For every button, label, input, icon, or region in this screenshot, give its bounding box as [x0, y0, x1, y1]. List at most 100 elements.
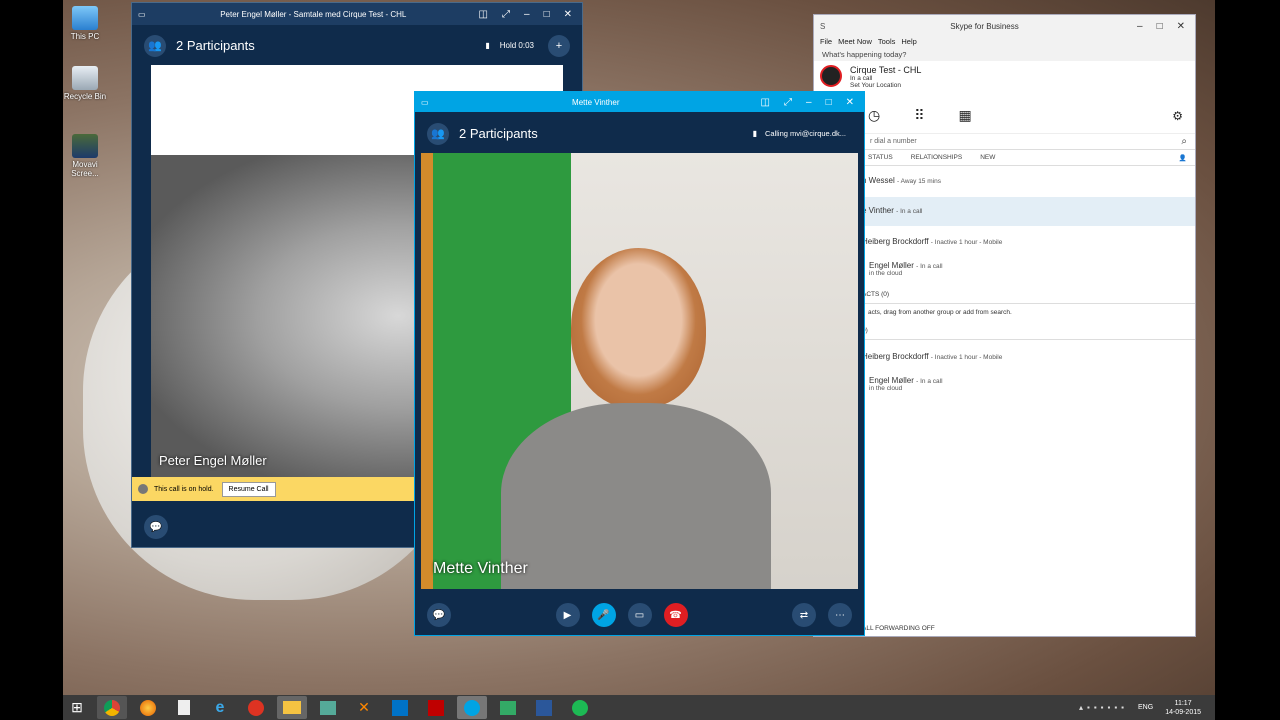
- contact-status: - In a call: [916, 378, 943, 385]
- contact-status: - In a call: [916, 263, 943, 270]
- meetings-icon[interactable]: ▦: [958, 107, 971, 124]
- desktop-icon-movavi[interactable]: Movavi Scree...: [58, 134, 112, 178]
- window-title: Peter Engel Møller - Samtale med Cirque …: [220, 9, 407, 19]
- list-item[interactable]: e Vinther - In a call: [862, 206, 922, 215]
- add-participant-icon[interactable]: +: [548, 34, 570, 57]
- participants-icon[interactable]: 👥: [144, 34, 166, 57]
- tab-relationships[interactable]: RELATIONSHIPS: [911, 154, 963, 161]
- location-field[interactable]: Set Your Location: [850, 82, 921, 89]
- contact-status: - In a call: [896, 208, 923, 215]
- signal-icon: ▮: [485, 41, 490, 50]
- window-controls: ◫ ⤢ – □ ✕: [479, 9, 582, 20]
- video-button[interactable]: ▶: [555, 603, 580, 627]
- minimize-button[interactable]: –: [806, 97, 812, 108]
- call-controls-icon[interactable]: ⇄: [792, 603, 816, 627]
- recent-icon[interactable]: ◷: [868, 107, 880, 124]
- desktop-icon-this-pc[interactable]: This PC: [58, 6, 112, 41]
- list-item[interactable]: Engel Møller - In a call in the cloud: [869, 376, 943, 392]
- movavi-icon[interactable]: [493, 696, 523, 719]
- list-item[interactable]: Heiberg Brockdorff - Inactive 1 hour - M…: [862, 352, 1002, 361]
- participants-icon[interactable]: 👥: [427, 122, 449, 145]
- call-status: Hold 0:03: [499, 41, 534, 50]
- filezilla-icon[interactable]: [421, 696, 451, 719]
- participants-label[interactable]: 2 Participants: [459, 126, 753, 141]
- outlook-icon[interactable]: [385, 696, 415, 719]
- resume-call-button[interactable]: Resume Call: [221, 481, 276, 497]
- spotify-icon[interactable]: [565, 696, 595, 719]
- more-options-icon[interactable]: ⋯: [828, 603, 852, 627]
- search-icon[interactable]: ⌕: [1181, 136, 1187, 147]
- divider: [814, 303, 1195, 304]
- internet-explorer-icon[interactable]: e: [205, 696, 235, 719]
- call-forwarding-status[interactable]: ALL FORWARDING OFF: [862, 625, 935, 632]
- chat-button[interactable]: 💬: [144, 515, 168, 539]
- search-input[interactable]: r dial a number: [870, 138, 1181, 145]
- start-button[interactable]: ⊞: [63, 696, 91, 719]
- close-button[interactable]: ✕: [846, 97, 854, 108]
- maximize-button[interactable]: □: [544, 9, 550, 20]
- search-bar[interactable]: r dial a number ⌕: [814, 134, 1195, 150]
- close-button[interactable]: ✕: [564, 9, 572, 20]
- maximize-button[interactable]: □: [1157, 21, 1163, 32]
- list-item[interactable]: Heiberg Brockdorff - Inactive 1 hour - M…: [862, 237, 1002, 246]
- settings-gear-icon[interactable]: ⚙: [1172, 109, 1183, 123]
- dialpad-icon[interactable]: ⠿: [914, 107, 924, 124]
- add-contact-icon[interactable]: 👤: [1179, 154, 1187, 162]
- menu-file[interactable]: File: [820, 37, 832, 48]
- minimize-button[interactable]: –: [1137, 21, 1143, 32]
- language-indicator[interactable]: ENG: [1138, 704, 1153, 711]
- clock[interactable]: 11:17 14-09-2015: [1165, 699, 1201, 717]
- recycle-bin-icon: [72, 66, 98, 90]
- group-header[interactable]: ACTS (0): [862, 291, 889, 298]
- whats-happening-input[interactable]: What's happening today?: [814, 48, 1195, 61]
- contact-list: n Wessel - Away 15 mins e Vinther - In a…: [814, 166, 1195, 606]
- signal-icon: ▮: [752, 129, 758, 138]
- chrome-icon[interactable]: [97, 696, 127, 719]
- app-icon[interactable]: [313, 696, 343, 719]
- presence-status[interactable]: In a call: [850, 75, 921, 82]
- desktop-icon-label: Movavi Scree...: [71, 160, 99, 178]
- maximize-button[interactable]: □: [826, 97, 832, 108]
- minimize-button[interactable]: –: [524, 9, 530, 20]
- menu-meet-now[interactable]: Meet Now: [838, 37, 872, 48]
- fullscreen-icon[interactable]: ⤢: [784, 97, 792, 108]
- user-card: Cirque Test - CHL In a call Set Your Loc…: [814, 61, 1195, 98]
- fullscreen-icon[interactable]: ⤢: [502, 9, 510, 20]
- call-header: 👥 2 Participants ▮ Calling mvi@cirque.dk…: [415, 112, 864, 155]
- menu-help[interactable]: Help: [901, 37, 916, 48]
- hang-up-button[interactable]: ☎: [663, 603, 688, 627]
- caller-name-label: Peter Engel Møller: [159, 453, 267, 468]
- avatar[interactable]: [820, 65, 842, 87]
- skype-main-window: S Skype for Business – □ ✕ File Meet Now T…: [813, 14, 1196, 637]
- firefox-icon[interactable]: [133, 696, 163, 719]
- list-item[interactable]: n Wessel - Away 15 mins: [862, 176, 941, 185]
- tab-new[interactable]: NEW: [980, 154, 995, 161]
- list-item[interactable]: Engel Møller - In a call in the cloud: [869, 261, 943, 277]
- menu-tools[interactable]: Tools: [878, 37, 896, 48]
- layout-icon[interactable]: ◫: [761, 97, 770, 108]
- present-button[interactable]: ▭: [627, 603, 652, 627]
- skype-icon[interactable]: [457, 696, 487, 719]
- contact-tabs: STATUS RELATIONSHIPS NEW 👤: [814, 150, 1195, 166]
- word-icon[interactable]: [529, 696, 559, 719]
- file-icon[interactable]: [169, 696, 199, 719]
- file-explorer-icon[interactable]: [277, 696, 307, 719]
- contact-name: Engel Møller: [869, 376, 914, 385]
- tray-icons[interactable]: ▴▪▪▪▪▪▪: [1079, 703, 1128, 712]
- chat-button[interactable]: 💬: [427, 603, 451, 627]
- xampp-icon[interactable]: ✕: [349, 696, 379, 719]
- tab-status[interactable]: STATUS: [868, 154, 893, 161]
- microphone-button[interactable]: 🎤: [591, 603, 616, 627]
- participants-label[interactable]: 2 Participants: [176, 38, 485, 53]
- layout-icon[interactable]: ◫: [479, 9, 488, 20]
- hold-notice: This call is on hold.: [154, 485, 214, 493]
- app-icon[interactable]: [241, 696, 271, 719]
- contact-status: - Inactive 1 hour - Mobile: [930, 354, 1003, 361]
- call-window-mette: ▭ Mette Vinther ◫ ⤢ – □ ✕ 👥 2 Participants ▮…: [414, 91, 865, 636]
- close-button[interactable]: ✕: [1177, 21, 1185, 32]
- contact-name: n Wessel: [862, 176, 895, 185]
- contact-name: e Vinther: [862, 206, 894, 215]
- desktop-icon-recycle-bin[interactable]: Recycle Bin: [58, 66, 112, 101]
- person-sweater: [501, 403, 771, 589]
- contact-status: - Away 15 mins: [897, 178, 941, 185]
